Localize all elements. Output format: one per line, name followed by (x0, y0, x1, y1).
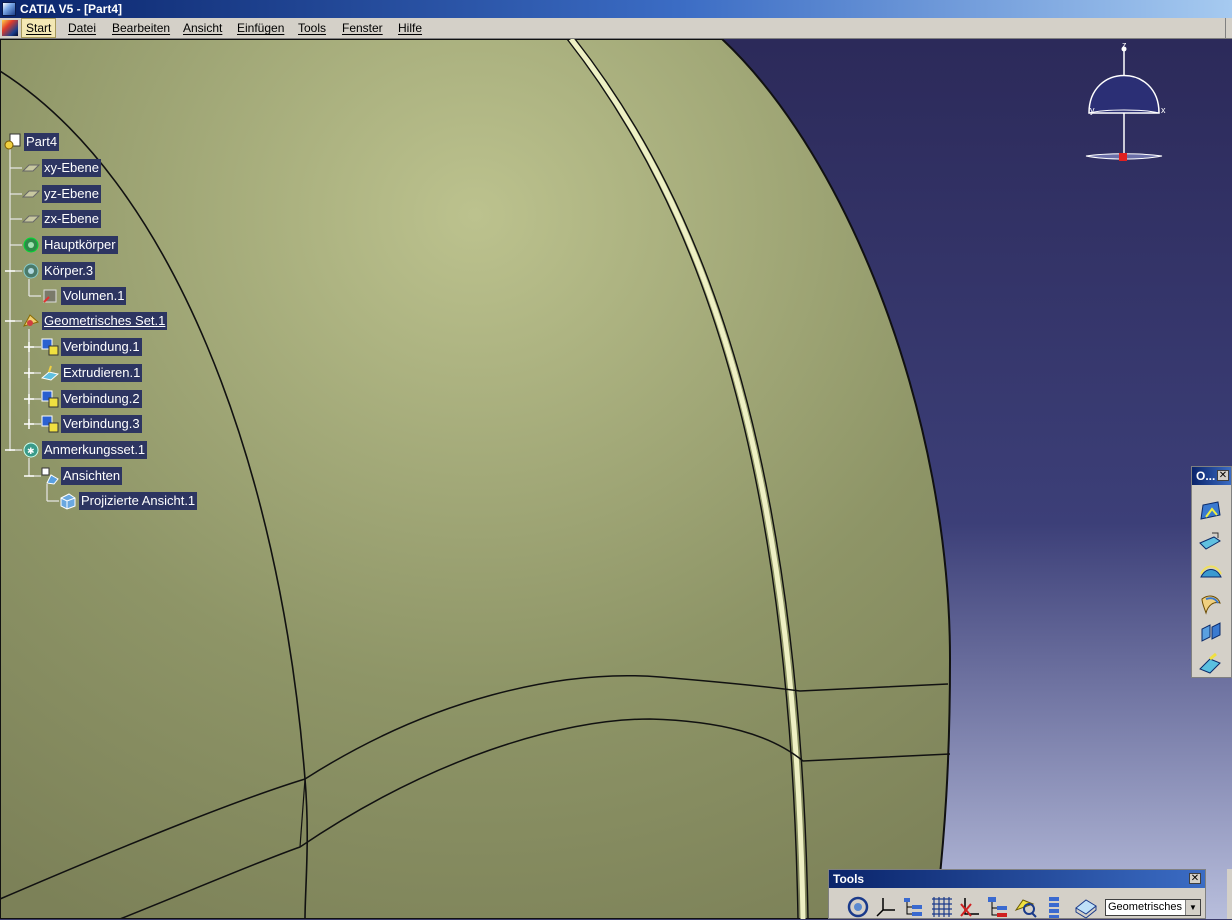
compass[interactable]: z y x (1076, 41, 1176, 171)
tree-item-label[interactable]: Geometrisches Set.1 (42, 312, 168, 330)
extrude-icon (41, 365, 59, 381)
operations-toolbar: O... ✕ (1191, 466, 1232, 678)
spec-tree-icon[interactable] (901, 894, 927, 920)
compass-y-label: y (1090, 105, 1095, 115)
tools-toolbar-title[interactable]: Tools (829, 870, 1205, 888)
offset-icon[interactable] (1198, 561, 1224, 587)
surface-icon[interactable] (1198, 499, 1224, 525)
plane-icon (22, 164, 40, 172)
chevron-down-icon[interactable]: ▼ (1185, 900, 1200, 915)
tree-item-label[interactable]: Verbindung.2 (61, 390, 142, 408)
projected-view-icon (60, 493, 76, 510)
update-icon[interactable] (845, 894, 871, 920)
fill-icon[interactable] (1198, 591, 1224, 617)
axis-system-icon[interactable] (873, 894, 899, 920)
views-icon (41, 467, 59, 485)
tools-toolbar: Tools ✕ Geometrisches S ▼ (828, 869, 1206, 919)
tree-item-label[interactable]: xy-Ebene (42, 159, 101, 177)
join-icon (41, 338, 59, 356)
menu-ansicht[interactable]: Ansicht (179, 18, 226, 38)
tree-item-label[interactable]: Ansichten (61, 467, 123, 485)
panel-edge (1227, 869, 1232, 919)
tree-root-label[interactable]: Part4 (24, 133, 60, 151)
menu-bar: Start Datei Bearbeiten Ansicht Einfügen … (0, 18, 1232, 39)
menu-start[interactable]: Start (21, 18, 57, 38)
search-icon[interactable] (1013, 894, 1039, 920)
close-icon[interactable]: ✕ (1189, 873, 1201, 884)
body-gear-icon (23, 237, 39, 253)
tree-item-label[interactable]: Projizierte Ansicht.1 (79, 492, 198, 510)
extrude-surface-icon[interactable] (1198, 529, 1224, 555)
tree-item-label[interactable]: Körper.3 (42, 262, 96, 280)
list-icon[interactable] (1041, 894, 1067, 920)
menu-datei[interactable]: Datei (64, 18, 100, 38)
geometrical-set-selector-value: Geometrisches S (1108, 901, 1193, 913)
geometrical-set-selector[interactable]: Geometrisches S ▼ (1105, 899, 1201, 916)
plane-icon (22, 190, 40, 198)
catia-logo-icon[interactable] (2, 20, 18, 36)
menu-fenster[interactable]: Fenster (338, 18, 387, 38)
volume-icon (43, 289, 57, 303)
3d-viewport[interactable]: z y x Part4 xy-Ebene yz-Ebene zx-Ebene H… (0, 39, 1232, 919)
close-icon[interactable]: ✕ (1217, 470, 1229, 481)
annotation-set-icon: ✱ (23, 442, 39, 458)
compass-x-label: x (1161, 105, 1166, 115)
tree-item-label[interactable]: Volumen.1 (61, 287, 127, 305)
geometrical-set-icon (22, 314, 40, 327)
menu-tools[interactable]: Tools (294, 18, 330, 38)
window-title: CATIA V5 - [Part4] (20, 2, 123, 16)
part-icon (4, 133, 21, 150)
tree-item-label[interactable]: zx-Ebene (42, 210, 101, 228)
split-icon[interactable] (1198, 621, 1224, 647)
tree-item-label[interactable]: Hauptkörper (42, 236, 118, 254)
tree-item-label[interactable]: Verbindung.1 (61, 338, 142, 356)
title-bar: CATIA V5 - [Part4] (0, 0, 1232, 18)
menu-einfuegen[interactable]: Einfügen (233, 18, 288, 38)
compass-z-label: z (1122, 41, 1127, 50)
3d-annotation-icon[interactable] (1073, 894, 1099, 920)
catia-app-icon[interactable] (2, 2, 16, 16)
menu-bar-edge (1225, 18, 1232, 38)
join-icon (41, 415, 59, 433)
grid-icon[interactable] (929, 894, 955, 920)
plane-icon (22, 215, 40, 223)
svg-text:✱: ✱ (27, 446, 35, 456)
menu-hilfe[interactable]: Hilfe (394, 18, 426, 38)
snap-icon[interactable] (957, 894, 983, 920)
sweep-icon[interactable] (1198, 651, 1224, 677)
menu-bearbeiten[interactable]: Bearbeiten (108, 18, 174, 38)
hierarchy-icon[interactable] (985, 894, 1011, 920)
tree-item-label[interactable]: yz-Ebene (42, 185, 101, 203)
body-gear-icon (23, 263, 39, 279)
tree-item-label[interactable]: Extrudieren.1 (61, 364, 143, 382)
tree-item-label[interactable]: Verbindung.3 (61, 415, 142, 433)
join-icon (41, 390, 59, 408)
tree-item-label[interactable]: Anmerkungsset.1 (42, 441, 148, 459)
